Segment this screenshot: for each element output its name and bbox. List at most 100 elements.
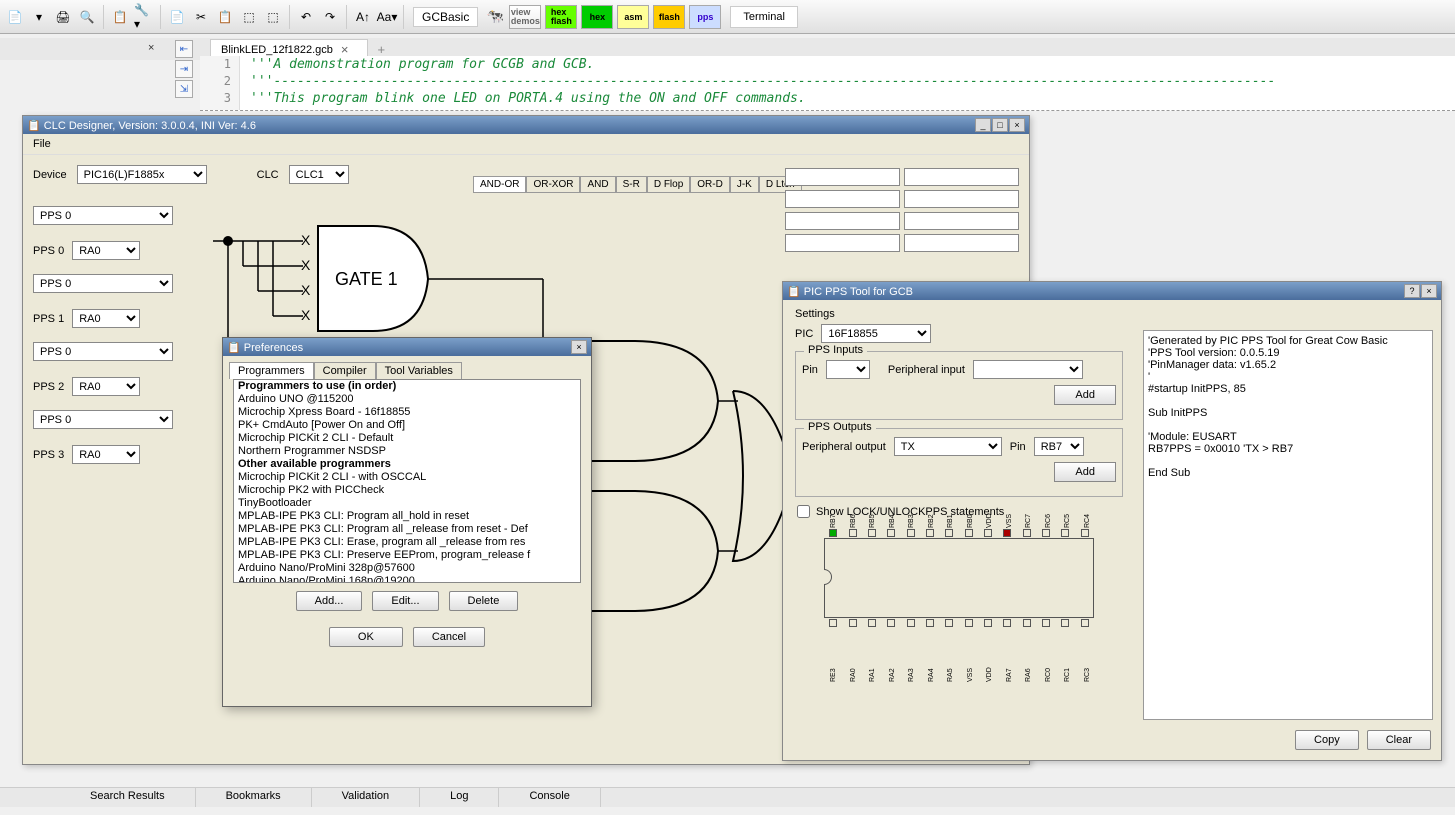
show-lock-checkbox[interactable] xyxy=(797,505,810,518)
terminal-button[interactable]: Terminal xyxy=(730,6,798,28)
panel-close-icon[interactable]: × xyxy=(148,42,160,54)
pref-title-bar[interactable]: 📋 Preferences × xyxy=(223,338,591,356)
minimize-icon[interactable]: _ xyxy=(975,118,991,132)
tab-compiler[interactable]: Compiler xyxy=(314,362,376,379)
tab-and[interactable]: AND xyxy=(580,176,615,193)
hex-flash-button[interactable]: hex flash xyxy=(545,5,577,29)
cancel-button[interactable]: Cancel xyxy=(413,627,485,647)
tab-programmers[interactable]: Programmers xyxy=(229,362,314,379)
list-item[interactable]: PK+ CmdAuto [Power On and Off] xyxy=(234,419,580,432)
tab-jk[interactable]: J-K xyxy=(730,176,759,193)
pin-sel-3[interactable]: RA0 xyxy=(72,377,140,396)
list-item[interactable]: Microchip Xpress Board - 16f18855 xyxy=(234,406,580,419)
search-icon[interactable]: 🔍 xyxy=(76,6,98,28)
pps-help-icon[interactable]: ? xyxy=(1404,284,1420,298)
tab-log[interactable]: Log xyxy=(420,788,499,807)
clc-text-4[interactable] xyxy=(904,190,1019,208)
redo-icon[interactable]: ↷ xyxy=(319,6,341,28)
add-tab-icon[interactable]: + xyxy=(368,42,396,57)
pin-sel-2[interactable]: RA0 xyxy=(72,309,140,328)
pps-sel-2[interactable]: PPS 0 xyxy=(33,274,173,293)
tab-tool-variables[interactable]: Tool Variables xyxy=(376,362,462,379)
tools-icon[interactable]: 🔧▾ xyxy=(133,6,155,28)
clc-text-6[interactable] xyxy=(904,212,1019,230)
periph-in-select[interactable] xyxy=(973,360,1083,379)
tab-console[interactable]: Console xyxy=(499,788,600,807)
paste-icon[interactable]: 📋 xyxy=(214,6,236,28)
list-item[interactable]: TinyBootloader xyxy=(234,497,580,510)
list-item[interactable]: Arduino UNO @115200 xyxy=(234,393,580,406)
print-icon[interactable]: 🖨 xyxy=(52,6,74,28)
doc-icon[interactable]: 📋 xyxy=(109,6,131,28)
list-item[interactable]: Microchip PICKit 2 CLI - with OSCCAL xyxy=(234,471,580,484)
tab-ord[interactable]: OR-D xyxy=(690,176,730,193)
select-all-icon[interactable]: ⬚ xyxy=(262,6,284,28)
font-inc-icon[interactable]: A↑ xyxy=(352,6,374,28)
flash-button[interactable]: flash xyxy=(653,5,685,29)
pps-sel-1[interactable]: PPS 0 xyxy=(33,206,173,225)
pin-sel-1[interactable]: RA0 xyxy=(72,241,140,260)
list-item[interactable]: MPLAB-IPE PK3 CLI: Program all _release … xyxy=(234,523,580,536)
tab-or-xor[interactable]: OR-XOR xyxy=(526,176,580,193)
add-button[interactable]: Add... xyxy=(296,591,363,611)
copy-button[interactable]: Copy xyxy=(1295,730,1359,750)
clc-text-5[interactable] xyxy=(785,212,900,230)
clc-text-8[interactable] xyxy=(904,234,1019,252)
clc-title-bar[interactable]: 📋 CLC Designer, Version: 3.0.0.4, INI Ve… xyxy=(23,116,1029,134)
pps-sel-4[interactable]: PPS 0 xyxy=(33,410,173,429)
new-icon[interactable]: 📄 xyxy=(4,6,26,28)
pps-title-bar[interactable]: 📋 PIC PPS Tool for GCB ? × xyxy=(783,282,1441,300)
pps-button[interactable]: pps xyxy=(689,5,721,29)
save-dropdown-icon[interactable]: ▾ xyxy=(28,6,50,28)
clc-menu-file[interactable]: File xyxy=(33,138,51,150)
code-editor[interactable]: 123 '''A demonstration program for GCGB … xyxy=(200,56,1455,111)
list-item[interactable]: Arduino Nano/ProMini 168p@19200 xyxy=(234,575,580,583)
view-demos-button[interactable]: view demos xyxy=(509,5,541,29)
fold-icon-1[interactable]: ⇤ xyxy=(175,40,193,58)
asm-button[interactable]: asm xyxy=(617,5,649,29)
pps-output-text[interactable]: 'Generated by PIC PPS Tool for Great Cow… xyxy=(1143,330,1433,720)
periph-out-select[interactable]: TX xyxy=(894,437,1002,456)
output-pin-select[interactable]: RB7 xyxy=(1034,437,1084,456)
tab-sr[interactable]: S-R xyxy=(616,176,647,193)
input-pin-select[interactable] xyxy=(826,360,870,379)
list-item[interactable]: Arduino Nano/ProMini 328p@57600 xyxy=(234,562,580,575)
cut-icon[interactable]: ✂ xyxy=(190,6,212,28)
ok-button[interactable]: OK xyxy=(329,627,403,647)
undo-icon[interactable]: ↶ xyxy=(295,6,317,28)
language-selector[interactable]: GCBasic xyxy=(413,7,478,27)
hex-button[interactable]: hex xyxy=(581,5,613,29)
list-item[interactable]: MPLAB-IPE PK3 CLI: Erase, program all _r… xyxy=(234,536,580,549)
pref-close-icon[interactable]: × xyxy=(571,340,587,354)
device-select[interactable]: PIC16(L)F1885x xyxy=(77,165,207,184)
cow-icon[interactable]: 🐄 xyxy=(484,6,506,28)
add-input-button[interactable]: Add xyxy=(1054,385,1116,405)
tab-bookmarks[interactable]: Bookmarks xyxy=(196,788,312,807)
add-output-button[interactable]: Add xyxy=(1054,462,1116,482)
clc-text-7[interactable] xyxy=(785,234,900,252)
tab-validation[interactable]: Validation xyxy=(312,788,421,807)
programmers-list[interactable]: Programmers to use (in order) Arduino UN… xyxy=(233,379,581,583)
clear-button[interactable]: Clear xyxy=(1367,730,1431,750)
clc-select[interactable]: CLC1 xyxy=(289,165,349,184)
pps-close-icon[interactable]: × xyxy=(1421,284,1437,298)
close-tab-icon[interactable]: × xyxy=(341,42,349,57)
font-dec-icon[interactable]: Aa▾ xyxy=(376,6,398,28)
close-icon[interactable]: × xyxy=(1009,118,1025,132)
pic-select[interactable]: 16F18855 xyxy=(821,324,931,343)
edit-button[interactable]: Edit... xyxy=(372,591,438,611)
list-item[interactable]: MPLAB-IPE PK3 CLI: Program all_hold in r… xyxy=(234,510,580,523)
clc-text-3[interactable] xyxy=(785,190,900,208)
list-item[interactable]: Microchip PK2 with PICCheck xyxy=(234,484,580,497)
select-icon[interactable]: ⬚ xyxy=(238,6,260,28)
maximize-icon[interactable]: □ xyxy=(992,118,1008,132)
copy-icon[interactable]: 📄 xyxy=(166,6,188,28)
pps-sel-3[interactable]: PPS 0 xyxy=(33,342,173,361)
clc-text-2[interactable] xyxy=(904,168,1019,186)
tab-and-or[interactable]: AND-OR xyxy=(473,176,526,193)
tab-search-results[interactable]: Search Results xyxy=(60,788,196,807)
tab-dflop[interactable]: D Flop xyxy=(647,176,690,193)
list-item[interactable]: Northern Programmer NSDSP xyxy=(234,445,580,458)
clc-text-1[interactable] xyxy=(785,168,900,186)
delete-button[interactable]: Delete xyxy=(449,591,519,611)
